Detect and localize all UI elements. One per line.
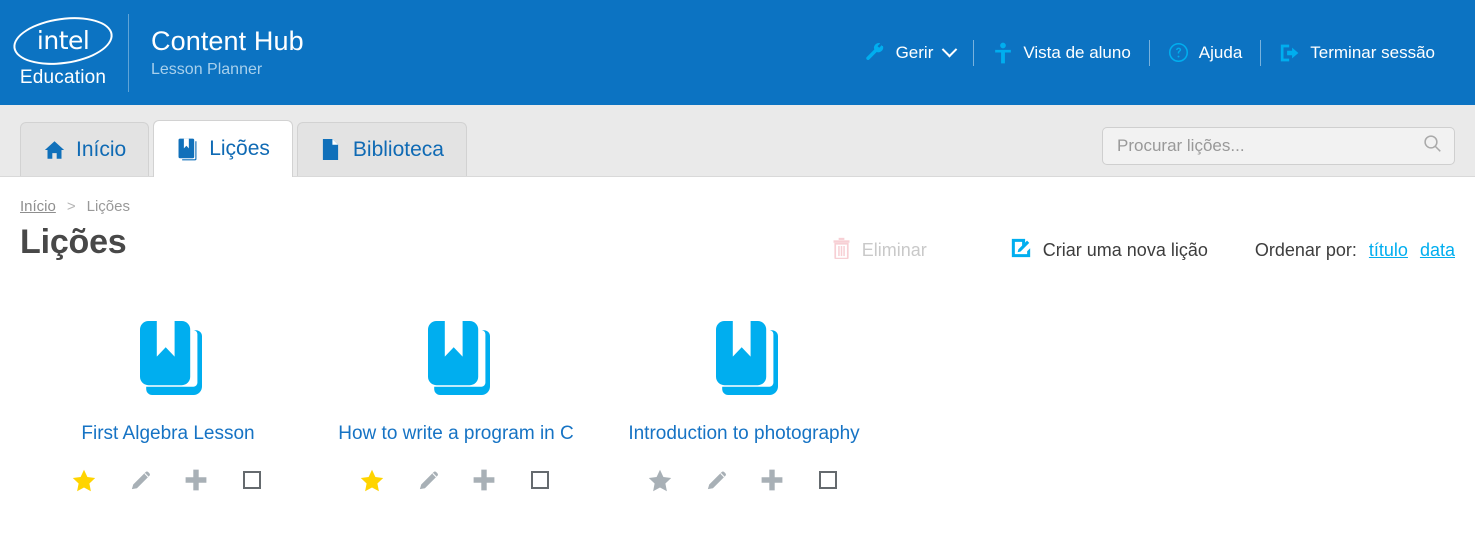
create-lesson-label: Criar uma nova lição [1042,240,1208,260]
nav-label-ajuda: Ajuda [1198,42,1243,62]
brand-block: intel Education Content Hub Lesson Plann… [0,0,304,105]
nav-label-gerir: Gerir [895,42,934,62]
nav-label-terminar-sessao: Terminar sessão [1310,42,1435,62]
nav-item-ajuda[interactable]: Ajuda [1150,42,1260,64]
nav-item-vista-de-aluno[interactable]: Vista de aluno [974,42,1148,64]
header-nav: Gerir Vista de aluno Ajuda Terminar sess… [847,0,1453,105]
title-row: Lições Eliminar Criar uma nova lição Ord… [20,223,1455,267]
pencil-icon[interactable] [415,467,441,493]
chevron-down-icon [942,41,958,58]
star-icon[interactable] [71,467,97,493]
star-icon[interactable] [359,467,385,493]
search-icon[interactable] [1423,134,1442,158]
checkbox-square [243,471,261,489]
checkbox-icon[interactable] [815,467,841,493]
intel-logo-word: intel [36,25,90,55]
nav-label-vista-de-aluno: Vista de aluno [1023,42,1131,62]
create-lesson-button[interactable]: Criar uma nova lição [1010,237,1208,264]
nav-item-gerir[interactable]: Gerir [847,41,974,64]
action-toolbar: Eliminar Criar uma nova lição Ordenar po… [832,237,1455,264]
help-circle-icon [1168,42,1190,64]
document-icon [320,138,342,162]
tab-inicio[interactable]: Início [20,122,150,176]
pencil-icon[interactable] [127,467,153,493]
trash-icon [832,237,851,264]
breadcrumb-item-inicio[interactable]: Início [20,198,56,215]
checkbox-icon[interactable] [527,467,553,493]
lesson-book-icon[interactable] [708,319,780,397]
intel-logo: intel Education [0,0,126,105]
sort-control: Ordenar por: título data [1255,240,1455,261]
logout-icon [1279,42,1301,64]
app-header: intel Education Content Hub Lesson Plann… [0,0,1475,105]
intel-oval-mark: intel [10,11,116,71]
lesson-tools [647,467,841,493]
brand-text: Content Hub Lesson Planner [129,25,304,78]
lesson-card: How to write a program in C [312,319,600,493]
main-content: Início > Lições Lições Eliminar Criar um… [0,177,1475,493]
app-subtitle: Lesson Planner [151,60,263,78]
lesson-title[interactable]: How to write a program in C [338,423,573,445]
lesson-title[interactable]: Introduction to photography [628,423,859,445]
tab-biblioteca[interactable]: Biblioteca [296,122,467,176]
lesson-grid: First Algebra Lesson How to write a prog… [20,319,1455,493]
intel-education-label: Education [19,67,107,88]
plus-icon[interactable] [759,467,785,493]
lesson-title[interactable]: First Algebra Lesson [81,423,254,445]
tab-label-inicio: Início [76,137,127,161]
tab-label-biblioteca: Biblioteca [352,137,444,161]
checkbox-square [531,471,549,489]
breadcrumb: Início > Lições [20,177,1455,215]
nav-item-terminar-sessao[interactable]: Terminar sessão [1261,42,1453,64]
tab-label-licoes: Lições [209,137,270,160]
app-title: Content Hub [151,25,304,56]
page-title: Lições [20,223,127,261]
sort-by-title-link[interactable]: título [1369,240,1408,261]
student-icon [992,42,1014,64]
search-box[interactable] [1102,127,1455,165]
checkbox-square [819,471,837,489]
lesson-card: Introduction to photography [600,319,888,493]
sort-by-date-link[interactable]: data [1420,240,1455,261]
checkbox-icon[interactable] [239,467,265,493]
star-icon[interactable] [647,467,673,493]
tab-bar: Início Lições Biblioteca [0,105,1475,177]
delete-button-label: Eliminar [861,240,927,260]
lesson-tools [359,467,553,493]
breadcrumb-item-licoes: Lições [86,198,130,215]
home-icon [43,138,65,162]
search-input[interactable] [1115,135,1423,157]
book-icon [176,137,198,161]
sort-label: Ordenar por: [1254,240,1357,260]
pencil-icon[interactable] [703,467,729,493]
tab-licoes[interactable]: Lições [153,120,293,177]
lesson-book-icon[interactable] [132,319,204,397]
lesson-tools [71,467,265,493]
wrench-icon [865,42,887,64]
plus-icon[interactable] [471,467,497,493]
lesson-book-icon[interactable] [420,319,492,397]
delete-button[interactable]: Eliminar [832,237,927,264]
edit-square-icon [1010,237,1032,264]
breadcrumb-separator: > [66,198,76,215]
plus-icon[interactable] [183,467,209,493]
lesson-card: First Algebra Lesson [24,319,312,493]
